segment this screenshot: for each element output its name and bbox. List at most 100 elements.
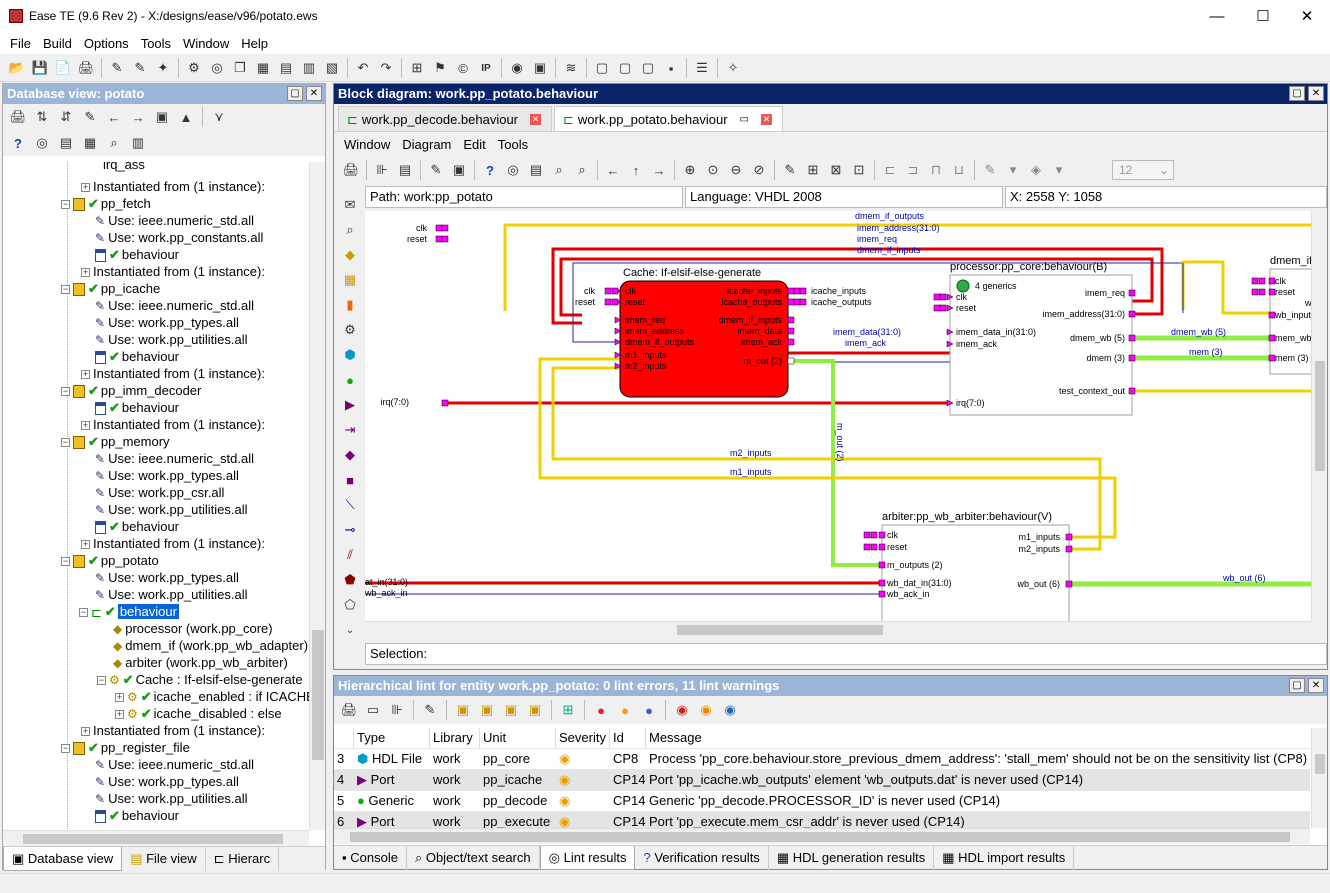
tree-item[interactable]: ✎ Use: work.pp_utilities.all <box>95 331 248 348</box>
tree-item[interactable]: ✔ behaviour <box>95 518 179 535</box>
tree-item[interactable]: + ⚙ ✔ icache_enabled : if ICACHE <box>115 688 309 705</box>
route2-icon[interactable]: ⊠ <box>825 159 847 181</box>
funnel-icon[interactable]: ⋎ <box>208 106 230 128</box>
block-title[interactable]: dmem_if:pp_ <box>1270 255 1311 267</box>
right-arrow-icon[interactable]: → <box>648 159 670 181</box>
waveform-icon[interactable]: ≋ <box>560 57 582 79</box>
distribute-icon[interactable]: ⊔ <box>948 159 970 181</box>
tab-close-icon[interactable]: ✕ <box>760 113 772 125</box>
net-label[interactable]: m1_inputs <box>730 467 772 477</box>
diagram-scroll-thumb[interactable] <box>1315 361 1325 471</box>
search-icon[interactable]: ⌕ <box>103 132 125 154</box>
generate-tool-icon[interactable]: ⚙ <box>339 319 361 341</box>
panel-close-button[interactable]: ✕ <box>306 86 322 101</box>
align-right-icon[interactable]: ⊐ <box>902 159 924 181</box>
sort-icon[interactable]: ⇅ <box>31 106 53 128</box>
view1-icon[interactable]: ▢ <box>591 57 613 79</box>
block-title[interactable]: arbiter:pp_wb_arbiter:behaviour(V) <box>882 511 1052 523</box>
column-header[interactable]: Severity <box>556 728 610 748</box>
tree-item[interactable]: + Instantiated from (1 instance): <box>81 178 265 195</box>
doc-icon[interactable]: ▤ <box>525 159 547 181</box>
tree-item[interactable]: ✎ Use: work.pp_utilities.all <box>95 501 248 518</box>
tab-file-view[interactable]: ▤ File view <box>122 847 206 871</box>
column-header[interactable]: Type <box>354 728 430 748</box>
print-icon[interactable]: 🖨 <box>7 106 29 128</box>
tree-item[interactable]: + Instantiated from (1 instance): <box>81 535 265 552</box>
lint-scroll-thumb[interactable] <box>1315 754 1325 774</box>
document-icon[interactable]: 📄 <box>52 57 74 79</box>
doc-icon[interactable]: ▤ <box>55 132 77 154</box>
envelope-icon[interactable]: ✉ <box>339 194 361 216</box>
tree-horizontal-scrollbar[interactable] <box>3 830 309 846</box>
diagram-vertical-scrollbar[interactable] <box>1311 211 1327 621</box>
tab-pp-potato[interactable]: ⊏ work.pp_potato.behaviour ▭ ✕ <box>554 106 783 131</box>
export3-icon[interactable]: ▣ <box>500 699 522 721</box>
tree-item[interactable]: + Instantiated from (1 instance): <box>81 263 265 280</box>
maximize-button[interactable]: ☐ <box>1240 0 1286 32</box>
calendar-icon[interactable]: ▥ <box>127 132 149 154</box>
generate-icon[interactable]: ▦ <box>252 57 274 79</box>
panel-restore-button[interactable]: ▢ <box>287 86 303 101</box>
tree-item[interactable]: ◆ dmem_if (work.pp_wb_adapter) <box>113 637 308 654</box>
lint-icon[interactable]: ◎ <box>206 57 228 79</box>
scroll-thumb[interactable] <box>312 630 324 760</box>
column-header[interactable]: Unit <box>480 728 556 748</box>
compare-icon[interactable]: ⊪ <box>386 699 408 721</box>
components-icon[interactable]: ▦ <box>79 132 101 154</box>
view3-icon[interactable]: ▢ <box>637 57 659 79</box>
tree-item[interactable]: ✎ Use: work.pp_types.all <box>95 467 239 484</box>
red-dot-icon[interactable]: ◉ <box>671 699 693 721</box>
tab-hierarchy[interactable]: ⊏ Hierarc <box>206 847 280 871</box>
pdf-icon[interactable]: ▣ <box>529 57 551 79</box>
tree-item[interactable]: ✎ Use: work.pp_utilities.all <box>95 586 248 603</box>
lint-row[interactable]: 5 ● Generic work pp_decode ◉ CP14 Generic 'pp_… <box>334 791 1310 812</box>
tree-item[interactable]: ✎ Use: ieee.numeric_std.all <box>95 450 254 467</box>
tree-item[interactable]: ✎ Use: work.pp_constants.all <box>95 229 263 246</box>
lint-row[interactable]: 4 ▶ Port work pp_icache ◉ CP14 Port 'pp_icache… <box>334 770 1310 791</box>
tree-item[interactable]: + ⚙ ✔ icache_disabled : else <box>115 705 282 722</box>
column-header[interactable]: Id <box>610 728 646 748</box>
process-tool-icon[interactable]: ⬢ <box>339 344 361 366</box>
orange-filter-icon[interactable]: ● <box>614 699 636 721</box>
view2-icon[interactable]: ▢ <box>614 57 636 79</box>
lint-icon[interactable]: ◎ <box>502 159 524 181</box>
save-icon[interactable]: 💾 <box>29 57 51 79</box>
export4-icon[interactable]: ▣ <box>524 699 546 721</box>
tree-item[interactable]: + Instantiated from (1 instance): <box>81 722 265 739</box>
zoom-in-icon[interactable]: ⊕ <box>679 159 701 181</box>
window-icon[interactable]: ▭ <box>362 699 384 721</box>
tree-item[interactable]: ✔ behaviour <box>95 246 179 263</box>
tab-hdl-generation[interactable]: ▦ HDL generation results <box>769 846 935 870</box>
left-arrow-icon[interactable]: ← <box>602 159 624 181</box>
sort2-icon[interactable]: ⇵ <box>55 106 77 128</box>
route3-icon[interactable]: ⊡ <box>848 159 870 181</box>
expand-icon[interactable]: ⊞ <box>557 699 579 721</box>
ip-icon[interactable]: IP <box>475 57 497 79</box>
ripper-tool-icon[interactable]: ⫽ <box>339 544 361 566</box>
net-label[interactable]: wb_out (6) <box>1222 573 1266 583</box>
block-tool-icon[interactable]: ▮ <box>339 294 361 316</box>
tool-icon[interactable]: ⚙ <box>183 57 205 79</box>
tree-item[interactable]: ✎ Use: work.pp_types.all <box>95 773 239 790</box>
block-title[interactable]: processor:pp_core:behaviour(B) <box>950 261 1107 273</box>
find-next-icon[interactable]: ⌕ <box>571 159 593 181</box>
column-header[interactable]: Library <box>430 728 480 748</box>
terminal-icon[interactable]: ▪ <box>660 57 682 79</box>
dmenu-edit[interactable]: Edit <box>457 137 491 152</box>
tree-vertical-scrollbar[interactable] <box>309 162 325 830</box>
edit-icon[interactable]: ✎ <box>425 159 447 181</box>
edit-icon[interactable]: ✎ <box>419 699 441 721</box>
undo-icon[interactable]: ↶ <box>352 57 374 79</box>
probe-icon[interactable]: ⚑ <box>429 57 451 79</box>
help-icon[interactable]: ? <box>479 159 501 181</box>
close-button[interactable]: ✕ <box>1284 0 1330 32</box>
tree-item[interactable]: ✎ Use: work.pp_types.all <box>95 569 239 586</box>
tab-console[interactable]: ▪ Console <box>334 846 407 870</box>
tree-item[interactable]: + Instantiated from (1 instance): <box>81 416 265 433</box>
tree-item[interactable]: − ✔ pp_icache <box>61 280 160 297</box>
lint-horizontal-scrollbar[interactable] <box>334 828 1310 844</box>
tab-pp-decode[interactable]: ⊏ work.pp_decode.behaviour ✕ <box>338 106 553 131</box>
tree-item[interactable]: ✔ behaviour <box>95 807 179 824</box>
forward-icon[interactable]: → <box>127 106 149 128</box>
text-tool-icon[interactable]: ⬠ <box>339 594 361 616</box>
